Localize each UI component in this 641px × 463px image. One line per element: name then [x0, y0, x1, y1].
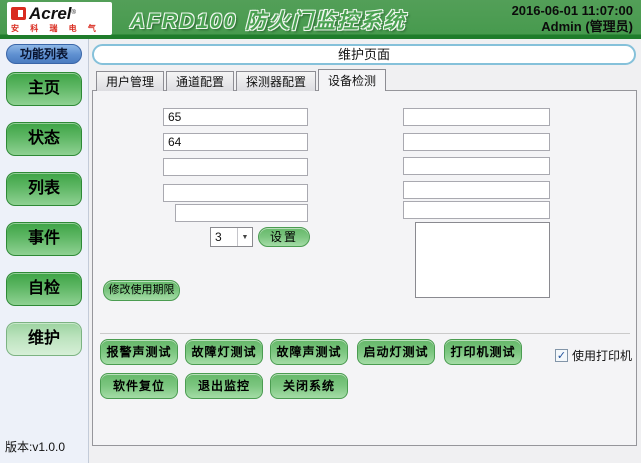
sidebar-item-list[interactable]: 列表 — [6, 172, 82, 206]
section-divider — [100, 333, 630, 334]
version-label: 版本:v1.0.0 — [5, 438, 65, 455]
sidebar-item-events[interactable]: 事件 — [6, 222, 82, 256]
door-interval-value: 3 — [211, 228, 237, 246]
set-button[interactable]: 设置 — [258, 227, 310, 247]
mains-undervoltage-input[interactable] — [403, 108, 550, 126]
switch-input-input[interactable] — [403, 157, 550, 175]
alarm-sound-test-button[interactable]: 报警声测试 — [100, 339, 178, 365]
acrel-logo-icon — [11, 7, 26, 20]
send-count-input[interactable] — [163, 108, 308, 126]
exit-monitor-button[interactable]: 退出监控 — [185, 373, 263, 399]
checkbox-check-icon: ✓ — [555, 349, 568, 362]
tab-user-management[interactable]: 用户管理 — [96, 71, 164, 91]
fault-light-test-button[interactable]: 故障灯测试 — [185, 339, 263, 365]
modify-license-button[interactable]: 修改使用期限 — [103, 280, 180, 301]
sidebar: 功能列表 主页 状态 列表 事件 自检 维护 版本:v1.0.0 — [0, 39, 89, 463]
brand-subtitle: 安 科 瑞 电 气 — [11, 23, 108, 34]
fault-sound-test-button[interactable]: 故障声测试 — [270, 339, 348, 365]
start-light-test-button[interactable]: 启动灯测试 — [357, 339, 435, 365]
use-printer-label: 使用打印机 — [572, 347, 632, 364]
sidebar-item-status[interactable]: 状态 — [6, 122, 82, 156]
sidebar-item-selfcheck[interactable]: 自检 — [6, 272, 82, 306]
shutdown-system-button[interactable]: 关闭系统 — [270, 373, 348, 399]
timeout-count-input[interactable] — [163, 133, 308, 151]
use-printer-checkbox[interactable]: ✓ 使用打印机 — [555, 347, 632, 364]
switch-output-input[interactable] — [403, 181, 550, 199]
battery-short-input[interactable] — [163, 158, 308, 176]
door-interval-select[interactable]: 3 ▼ — [210, 227, 253, 247]
tab-channel-config[interactable]: 通道配置 — [166, 71, 234, 91]
acrel-logo: Acrel ® 安 科 瑞 电 气 — [7, 2, 112, 35]
linkage-signal-input[interactable] — [403, 133, 550, 151]
printer-test-button[interactable]: 打印机测试 — [444, 339, 522, 365]
brand-name: Acrel — [29, 5, 72, 22]
sidebar-header: 功能列表 — [6, 44, 82, 64]
app-header: Acrel ® 安 科 瑞 电 气 AFRD100 防火门监控系统 2016-0… — [0, 0, 641, 39]
bus-comm-input[interactable] — [175, 204, 308, 222]
datetime-display: 2016-06-01 11:07:00 — [512, 3, 633, 19]
chevron-down-icon: ▼ — [237, 228, 252, 246]
tab-strip: 用户管理 通道配置 探测器配置 设备检测 — [96, 69, 388, 91]
app-window: Acrel ® 安 科 瑞 电 气 AFRD100 防火门监控系统 2016-0… — [0, 0, 641, 463]
sound-input[interactable] — [403, 201, 550, 219]
tab-detector-config[interactable]: 探测器配置 — [236, 71, 316, 91]
page-title: 维护页面 — [92, 44, 636, 65]
tab-device-test[interactable]: 设备检测 — [318, 69, 386, 91]
app-title: AFRD100 防火门监控系统 — [130, 5, 406, 35]
sidebar-item-home[interactable]: 主页 — [6, 72, 82, 106]
software-reset-button[interactable]: 软件复位 — [100, 373, 178, 399]
battery-break-input[interactable] — [163, 184, 308, 202]
registered-mark: ® — [72, 10, 76, 16]
current-user: Admin (管理员) — [512, 19, 633, 34]
client-listbox[interactable] — [415, 222, 550, 298]
sidebar-item-maintenance[interactable]: 维护 — [6, 322, 82, 356]
